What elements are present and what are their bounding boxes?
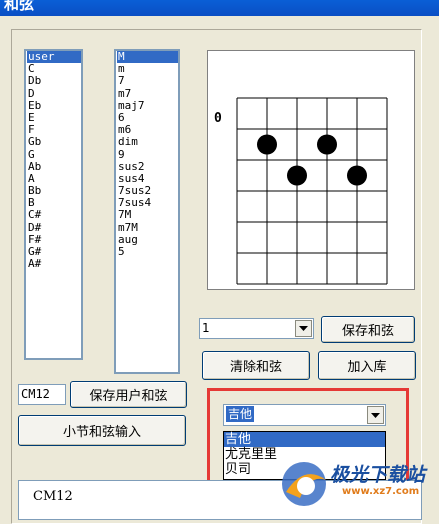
- chord-type-item[interactable]: 5: [117, 245, 178, 258]
- fret-select-value: 1: [202, 321, 210, 335]
- root-note-item[interactable]: C#: [27, 209, 81, 221]
- fret-number-label: 0: [214, 111, 222, 126]
- watermark-name: 极光下载站: [330, 464, 426, 486]
- chord-type-item[interactable]: maj7: [117, 99, 178, 112]
- root-note-item[interactable]: Bb: [27, 184, 81, 197]
- finger-dot[interactable]: [257, 134, 277, 155]
- save-user-chord-button[interactable]: 保存用户和弦: [70, 381, 187, 408]
- save-chord-button[interactable]: 保存和弦: [321, 316, 415, 343]
- root-note-item[interactable]: Gb: [27, 136, 81, 148]
- chord-type-item[interactable]: 7M: [117, 209, 178, 221]
- watermark-logo: [282, 462, 326, 506]
- root-note-item[interactable]: A#: [27, 257, 81, 270]
- chevron-down-icon[interactable]: [295, 320, 312, 337]
- chord-type-item[interactable]: 9: [117, 148, 178, 161]
- root-note-item[interactable]: D#: [27, 221, 81, 234]
- finger-dot[interactable]: [317, 134, 337, 155]
- chord-diagram[interactable]: 0: [207, 50, 415, 290]
- fretboard-grid: 0: [214, 97, 388, 285]
- root-note-item[interactable]: Db: [27, 75, 81, 87]
- instrument-select-value: 吉他: [226, 406, 255, 422]
- chord-text: CM12: [33, 489, 73, 504]
- add-to-library-button[interactable]: 加入库: [318, 351, 416, 380]
- root-note-item[interactable]: Eb: [27, 99, 81, 112]
- instrument-select[interactable]: 吉他: [223, 404, 386, 426]
- chord-type-list[interactable]: Mm 7 m7 maj7 6 m6 dim 9 sus2 sus4 7sus2 7sus4 7M m7M a…: [114, 49, 180, 374]
- fret-select[interactable]: 1: [199, 318, 314, 339]
- clear-chord-button[interactable]: 清除和弦: [202, 351, 310, 380]
- root-note-list[interactable]: user C Db D Eb E F Gb G Ab A Bb B C# D# F# G# A#: [24, 49, 83, 360]
- root-note-item[interactable]: E: [27, 111, 81, 124]
- finger-dot[interactable]: [347, 165, 367, 186]
- chord-type-item[interactable]: M: [117, 50, 178, 64]
- chord-type-item[interactable]: m: [117, 62, 178, 75]
- root-note-item[interactable]: Ab: [27, 160, 81, 173]
- chord-type-item[interactable]: aug: [117, 233, 178, 246]
- chord-type-item[interactable]: 7: [117, 75, 178, 87]
- chord-type-item[interactable]: m7M: [117, 221, 178, 234]
- root-note-item[interactable]: user: [27, 50, 81, 64]
- watermark: 极光下载站 www.xz7.com: [276, 456, 436, 514]
- finger-dot[interactable]: [287, 165, 307, 186]
- title-bar: 和弦: [0, 0, 439, 16]
- chord-type-item[interactable]: dim: [117, 136, 178, 148]
- chord-type-item[interactable]: m7: [117, 87, 178, 100]
- root-note-item[interactable]: G: [27, 148, 81, 161]
- bar-chord-input-button[interactable]: 小节和弦输入: [18, 415, 186, 446]
- chevron-down-icon[interactable]: [367, 406, 384, 424]
- instrument-option[interactable]: 吉他: [224, 432, 385, 447]
- root-note-item[interactable]: D: [27, 87, 81, 100]
- chord-name-input[interactable]: CM12: [18, 384, 66, 405]
- watermark-url: www.xz7.com: [342, 486, 420, 497]
- window-title: 和弦: [4, 0, 35, 13]
